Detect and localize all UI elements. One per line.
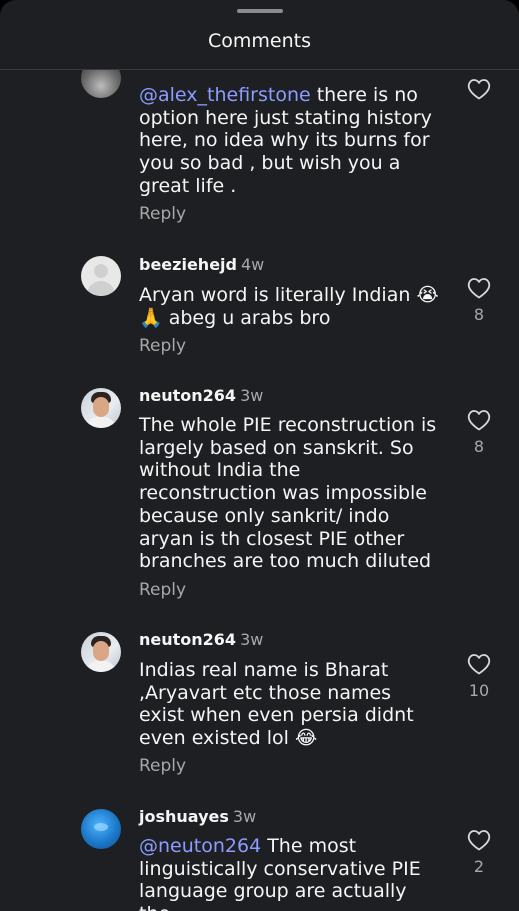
avatar[interactable] xyxy=(81,388,121,428)
username[interactable]: beeziehejd xyxy=(139,255,237,274)
mention-link[interactable]: @neuton264 xyxy=(139,835,261,857)
avatar[interactable] xyxy=(81,256,121,296)
like-count: 10 xyxy=(468,681,490,700)
reply-button[interactable]: Reply xyxy=(139,336,186,356)
timestamp: 4w xyxy=(240,255,265,274)
comment-meta: neuton264 3w xyxy=(139,630,263,649)
comment-text: Indias real name is Bharat ,Aryavart etc… xyxy=(139,659,414,750)
avatar[interactable] xyxy=(81,809,121,849)
heart-icon xyxy=(467,278,491,299)
heart-icon xyxy=(467,79,491,100)
reply-button[interactable]: Reply xyxy=(139,580,186,600)
comment-text: Aryan word is literally Indian 😭 🙏 abeg … xyxy=(139,284,439,329)
like-button[interactable]: 8 xyxy=(466,409,492,456)
username[interactable]: neuton264 xyxy=(139,386,236,405)
sheet-title: Comments xyxy=(208,30,311,52)
comment-text: @neuton264 The most linguistically conse… xyxy=(139,835,439,911)
like-button[interactable]: 2 xyxy=(466,829,492,876)
like-count: 8 xyxy=(473,437,485,456)
reply-button[interactable]: Reply xyxy=(139,204,186,224)
comment-list[interactable]: @alex_thefirstone there is no option her… xyxy=(0,70,519,911)
heart-icon xyxy=(467,654,491,675)
like-count: 8 xyxy=(473,305,485,324)
timestamp: 3w xyxy=(240,386,264,405)
like-count: 2 xyxy=(473,857,485,876)
timestamp: 3w xyxy=(232,807,257,826)
comment-meta: neuton264 3w xyxy=(139,386,263,405)
like-button[interactable]: 10 xyxy=(466,653,492,700)
avatar[interactable] xyxy=(81,632,121,672)
like-button[interactable] xyxy=(466,78,492,100)
reply-button[interactable]: Reply xyxy=(139,756,186,776)
comment-text: @alex_thefirstone there is no option her… xyxy=(139,84,439,198)
comment-text: The whole PIE reconstruction is largely … xyxy=(139,414,437,573)
comment-meta: joshuayes 3w xyxy=(139,807,256,826)
avatar[interactable] xyxy=(81,70,121,98)
heart-icon xyxy=(467,830,491,851)
comment-meta: beeziehejd 4w xyxy=(139,255,264,274)
mention-link[interactable]: @alex_thefirstone xyxy=(139,84,311,106)
drag-handle[interactable] xyxy=(237,9,283,13)
username[interactable]: neuton264 xyxy=(139,630,236,649)
timestamp: 3w xyxy=(240,630,264,649)
username[interactable]: joshuayes xyxy=(139,807,229,826)
like-button[interactable]: 8 xyxy=(466,277,492,324)
comments-sheet: Comments @alex_thefirstone there is no o… xyxy=(0,0,519,911)
heart-icon xyxy=(467,410,491,431)
